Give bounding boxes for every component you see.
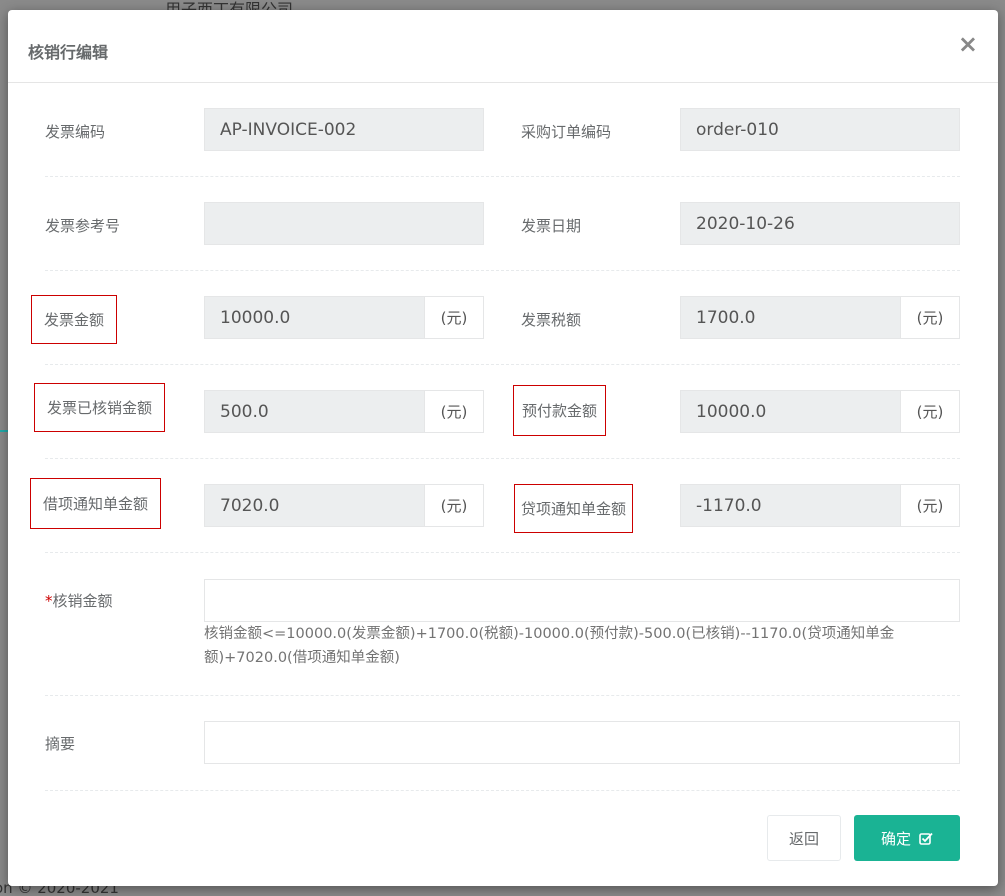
po-code-field[interactable]: order-010 [680,108,960,151]
summary-input[interactable] [204,721,960,764]
form-row-2: 发票参考号 发票日期 2020-10-26 [45,177,960,271]
required-mark: * [45,592,53,610]
invoice-date-field[interactable]: 2020-10-26 [680,202,960,245]
invoice-verified-unit: (元) [424,390,484,433]
credit-note-amount-label: 贷项通知单金额 [514,484,634,533]
form-row-5: 借项通知单金额 7020.0 (元) 贷项通知单金额 -1170.0 (元) [30,459,960,553]
invoice-verified-field[interactable]: 500.0 [204,390,425,433]
summary-label: 摘要 [45,735,76,753]
modal-header: 核销行编辑 × [8,10,998,83]
invoice-tax-unit: (元) [900,296,960,339]
verify-amount-help-text: 核销金额<=10000.0(发票金额)+1700.0(税额)-10000.0(预… [204,626,895,666]
prepaid-amount-label: 预付款金额 [513,385,607,436]
credit-note-amount-field[interactable]: -1170.0 [680,484,901,527]
invoice-ref-label: 发票参考号 [45,217,121,235]
check-square-icon [919,832,933,845]
invoice-ref-field[interactable] [204,202,484,245]
verify-line-edit-dialog: 核销行编辑 × 发票编码 AP-INVOICE-002 采购订单编码 order… [8,10,998,886]
form-row-summary: 摘要 [45,696,960,791]
verify-amount-input[interactable] [204,579,960,622]
invoice-amount-unit: (元) [424,296,484,339]
back-button[interactable]: 返回 [767,815,841,861]
invoice-amount-label: 发票金额 [31,295,118,344]
confirm-button[interactable]: 确定 [854,815,960,861]
back-button-label: 返回 [788,829,819,848]
modal-title: 核销行编辑 [28,43,109,62]
debit-note-amount-unit: (元) [424,484,484,527]
verify-amount-label-text: 核销金额 [52,592,113,610]
invoice-tax-label: 发票税额 [521,311,582,329]
invoice-code-label: 发票编码 [45,123,106,141]
form-row-1: 发票编码 AP-INVOICE-002 采购订单编码 order-010 [45,83,960,177]
form-row-3: 发票金额 10000.0 (元) 发票税额 1700.0 (元) [31,271,960,365]
confirm-button-label: 确定 [880,829,911,848]
form-row-4: 发票已核销金额 500.0 (元) 预付款金额 10000.0 (元) [34,365,960,459]
invoice-code-field[interactable]: AP-INVOICE-002 [204,108,484,151]
debit-note-amount-field[interactable]: 7020.0 [204,484,425,527]
credit-note-amount-unit: (元) [900,484,960,527]
invoice-date-label: 发票日期 [521,217,582,235]
invoice-verified-label: 发票已核销金额 [34,383,166,432]
prepaid-amount-unit: (元) [900,390,960,433]
close-icon[interactable]: × [958,32,978,56]
prepaid-amount-field[interactable]: 10000.0 [680,390,901,433]
background-accent-line [0,430,8,432]
invoice-tax-field[interactable]: 1700.0 [680,296,901,339]
po-code-label: 采购订单编码 [521,123,612,141]
verify-amount-label: *核销金额 [45,590,113,611]
debit-note-amount-label: 借项通知单金额 [30,478,162,529]
invoice-amount-field[interactable]: 10000.0 [204,296,425,339]
